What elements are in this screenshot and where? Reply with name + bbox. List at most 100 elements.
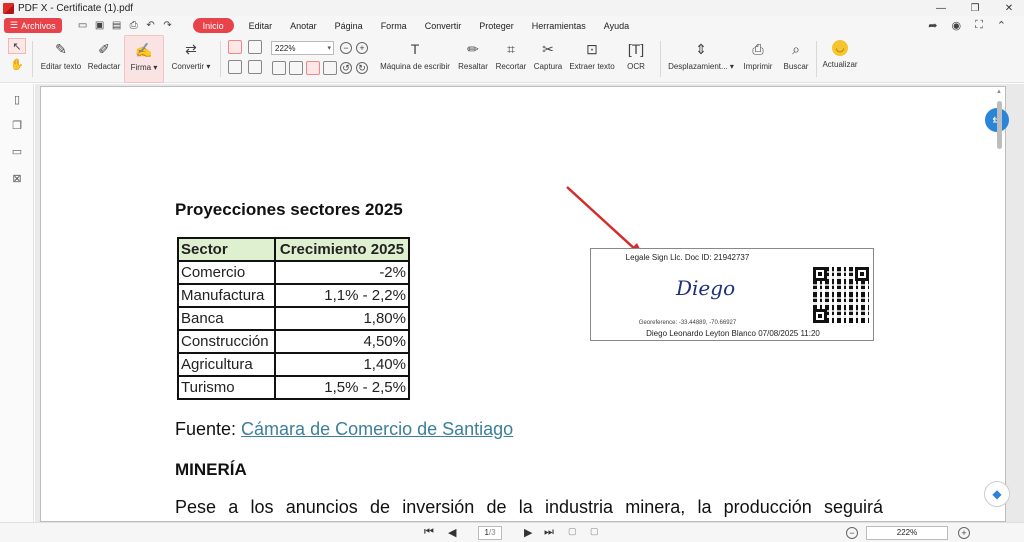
prev-page-icon[interactable]: ◀ (448, 526, 456, 539)
restore-button[interactable]: ❐ (960, 0, 990, 16)
search-icon: ⌕ (792, 40, 800, 57)
ribbon-separator (32, 41, 33, 77)
collapse-ribbon-icon[interactable]: ⌃ (997, 19, 1006, 32)
printer-icon: ⎙ (752, 40, 764, 57)
quick-access-toolbar: ▭ ▣ ▤ ⎙ ↶ ↷ (78, 20, 173, 31)
continuous-page-icon[interactable] (248, 40, 262, 54)
typewriter-label: Máquina de escribir (380, 62, 450, 71)
tab-forma[interactable]: Forma (372, 18, 416, 33)
edit-text-button[interactable]: ✎ Editar texto (38, 35, 84, 83)
fit-width-icon[interactable] (272, 61, 286, 75)
open-folder-icon[interactable]: ▭ (78, 20, 88, 31)
table-cell: 1,5% - 2,5% (274, 375, 410, 400)
print-button[interactable]: ⎙ Imprimir (740, 35, 776, 83)
share-icon[interactable]: ➦ (928, 19, 937, 32)
typewriter-button[interactable]: T Máquina de escribir (378, 35, 452, 83)
first-page-icon[interactable]: ⏮ (424, 526, 434, 539)
signature-panel-icon[interactable]: ⊠ (11, 173, 23, 185)
table-cell: 1,80% (274, 306, 410, 331)
extract-text-button[interactable]: ⊡ Extraer texto (568, 35, 616, 83)
read-mode-icon[interactable]: ◉ (951, 19, 961, 32)
print-quick-icon[interactable]: ⎙ (129, 20, 139, 31)
close-button[interactable]: ✕ (994, 0, 1024, 16)
crop-button[interactable]: ⌗ Recortar (494, 35, 528, 83)
redact-button[interactable]: ✐ Redactar (86, 35, 122, 83)
search-button[interactable]: ⌕ Buscar (780, 35, 812, 83)
page-number-field[interactable]: 1/3 (478, 526, 502, 540)
save-icon[interactable]: ▣ (95, 20, 105, 31)
menubar-right-icons: ➦ ◉ ⛶ ⌃ (928, 16, 1006, 35)
scroll-icon: ⇕ (695, 40, 707, 57)
signature-footer: Diego Leonardo Leyton Blanco 07/08/2025 … (646, 329, 820, 338)
undo-icon[interactable]: ↶ (146, 20, 156, 31)
save-as-icon[interactable]: ▤ (112, 20, 122, 31)
two-page-icon[interactable] (228, 60, 242, 74)
tab-editar[interactable]: Editar (240, 18, 282, 33)
zoom-in-icon[interactable]: + (356, 42, 368, 54)
fit-page-icon[interactable] (289, 61, 303, 75)
scroll-up-icon[interactable]: ▲ (996, 89, 1002, 95)
app-logo-icon (3, 2, 14, 14)
hand-tool-icon[interactable]: ✋ (10, 58, 24, 71)
signature-script: Diego (676, 276, 736, 300)
document-area: Proyecciones sectores 2025 Sector Crecim… (35, 84, 1024, 522)
rotate-right-icon[interactable]: ↻ (356, 62, 368, 74)
page-back-icon[interactable]: ▢ (568, 526, 577, 537)
zoom-select[interactable]: 222% ▾ (271, 41, 334, 55)
ribbon-separator (660, 41, 661, 77)
cover-page-icon[interactable] (248, 60, 262, 74)
capture-button[interactable]: ✂ Captura (532, 35, 564, 83)
sign-label-wrap: Firma ▾ (130, 63, 158, 72)
single-page-icon[interactable] (228, 40, 242, 54)
table-header-cell: Crecimiento 2025 (274, 237, 410, 262)
convert-button[interactable]: ⇄ Convertir ▾ (168, 35, 214, 83)
qr-finder (813, 267, 827, 281)
highlight-button[interactable]: ✏ Resaltar (456, 35, 490, 83)
comment-icon[interactable]: ▭ (11, 146, 23, 158)
ribbon-separator (220, 41, 221, 77)
table-row: Turismo 1,5% - 2,5% (177, 375, 410, 400)
title-bar: PDF X - Certificate (1).pdf — ❐ ✕ (0, 0, 1024, 16)
tab-inicio[interactable]: Inicio (192, 18, 234, 33)
tab-herramientas[interactable]: Herramientas (523, 18, 595, 33)
source-label: Fuente: (175, 419, 242, 439)
tab-anotar[interactable]: Anotar (281, 18, 326, 33)
rotate-left-icon[interactable]: ↺ (340, 62, 352, 74)
tab-convertir[interactable]: Convertir (416, 18, 471, 33)
update-button[interactable]: ◡ Actualizar (820, 35, 860, 83)
qr-finder (813, 309, 827, 323)
next-page-icon[interactable]: ▶ (524, 526, 532, 539)
redact-label: Redactar (87, 62, 121, 71)
scroll-mode-button[interactable]: ⇕ Desplazamient... ▾ (666, 35, 736, 83)
status-bar: ⏮ ◀ 1/3 ▶ ⏭ ▢ ▢ − 222% + (0, 522, 1024, 542)
minimize-button[interactable]: — (926, 0, 956, 16)
status-zoom-out-icon[interactable]: − (846, 527, 858, 539)
tab-ayuda[interactable]: Ayuda (595, 18, 638, 33)
fullscreen-icon[interactable]: ⛶ (975, 19, 983, 32)
sign-button[interactable]: ✍ Firma ▾ (124, 35, 164, 83)
pages-icon[interactable]: ❐ (11, 120, 23, 132)
status-zoom-in-icon[interactable]: + (958, 527, 970, 539)
status-zoom-field[interactable]: 222% (866, 526, 948, 540)
qr-finder (855, 267, 869, 281)
page-forward-icon[interactable]: ▢ (590, 526, 599, 537)
actual-size-icon[interactable] (306, 61, 320, 75)
ocr-button[interactable]: [T] OCR (622, 35, 650, 83)
vertical-scrollbar[interactable]: ▲ (996, 89, 1004, 521)
fit-visible-icon[interactable] (323, 61, 337, 75)
last-page-icon[interactable]: ⏭ (544, 526, 554, 539)
table-cell: Comercio (177, 260, 276, 285)
redo-icon[interactable]: ↷ (163, 20, 173, 31)
source-link[interactable]: Cámara de Comercio de Santiago (241, 419, 513, 439)
digital-signature-box[interactable]: Legale Sign Llc. Doc ID: 21942737 Diego … (590, 248, 874, 341)
bookmark-icon[interactable]: ▯ (11, 94, 23, 106)
select-cursor-icon[interactable]: ↖ (8, 38, 26, 54)
scissors-icon: ✂ (542, 40, 554, 57)
highlight-label: Resaltar (458, 62, 488, 71)
table-header-cell: Sector (177, 237, 276, 262)
scrollbar-thumb[interactable] (997, 101, 1002, 149)
tab-pagina[interactable]: Página (326, 18, 372, 33)
archivos-button[interactable]: ☰ Archivos (4, 18, 62, 33)
tab-proteger[interactable]: Proteger (470, 18, 523, 33)
zoom-out-icon[interactable]: − (340, 42, 352, 54)
